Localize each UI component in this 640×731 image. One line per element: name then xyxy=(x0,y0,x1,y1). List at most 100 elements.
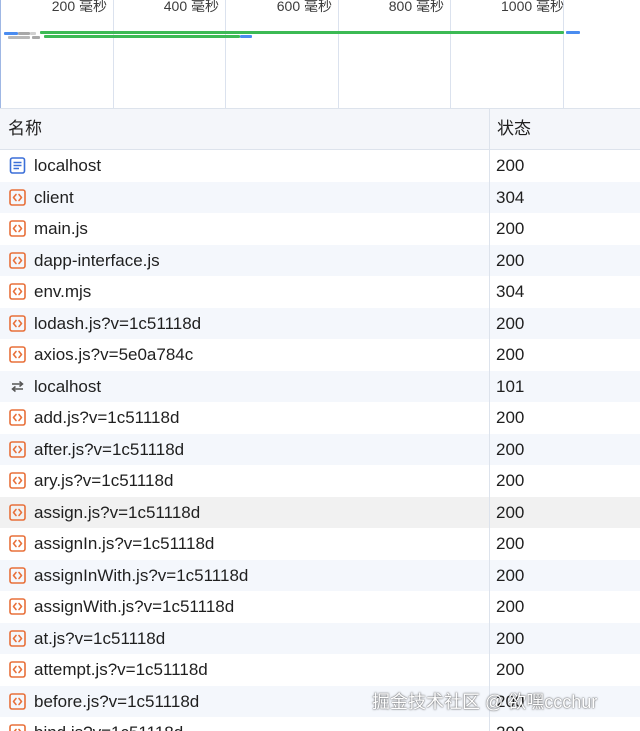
timeline-tick-label: 200 毫秒 xyxy=(51,0,107,14)
script-icon xyxy=(9,692,26,710)
table-row[interactable]: add.js?v=1c51118d 200 xyxy=(0,402,640,434)
script-icon xyxy=(9,346,26,363)
timeline-tick-label: 600 毫秒 xyxy=(276,0,332,14)
script-icon xyxy=(9,188,26,206)
timeline-gridline xyxy=(338,0,339,108)
table-row[interactable]: after.js?v=1c51118d 200 xyxy=(0,433,640,465)
request-status: 200 xyxy=(496,471,525,490)
table-row[interactable]: assignIn.js?v=1c51118d 200 xyxy=(0,528,640,560)
request-status: 200 xyxy=(496,313,525,333)
table-row[interactable]: ary.js?v=1c51118d 200 xyxy=(0,465,640,497)
script-icon xyxy=(9,503,26,521)
table-row[interactable]: client 304 xyxy=(0,181,640,213)
request-status: 200 xyxy=(496,219,525,238)
table-row[interactable]: assignInWith.js?v=1c51118d 200 xyxy=(0,559,640,591)
table-row[interactable]: env.mjs 304 xyxy=(0,276,640,308)
table-row[interactable]: lodash.js?v=1c51118d 200 xyxy=(0,307,640,339)
timeline-bar xyxy=(8,36,30,39)
request-name: main.js xyxy=(34,219,88,238)
request-status: 200 xyxy=(496,534,525,553)
request-name: axios.js?v=5e0a784c xyxy=(34,345,194,364)
script-icon xyxy=(9,724,26,731)
table-body: localhost 200 client 304 main.js 200 dapp-inte… xyxy=(0,150,640,731)
request-name: attempt.js?v=1c51118d xyxy=(34,660,208,679)
request-name: before.js?v=1c51118d xyxy=(34,691,200,711)
document-icon xyxy=(9,157,26,174)
script-icon xyxy=(9,283,26,300)
watermark-text: 掘金技术社区 @ 欲嘿ccchur xyxy=(372,692,598,712)
script-icon xyxy=(9,220,26,237)
column-header-name[interactable]: 名称 xyxy=(8,109,42,149)
table-row[interactable]: main.js 200 xyxy=(0,213,640,245)
request-name: assignIn.js?v=1c51118d xyxy=(34,534,215,553)
timeline-bar xyxy=(4,32,18,35)
timeline-gridline xyxy=(225,0,226,108)
request-name: ary.js?v=1c51118d xyxy=(34,471,174,490)
request-name: at.js?v=1c51118d xyxy=(34,628,166,648)
websocket-icon xyxy=(9,378,26,395)
table-row[interactable]: localhost 101 xyxy=(0,370,640,402)
table-row[interactable]: attempt.js?v=1c51118d 200 xyxy=(0,654,640,686)
request-status: 200 xyxy=(496,717,524,731)
request-status: 101 xyxy=(496,376,525,396)
script-icon xyxy=(9,629,26,647)
request-name: assignWith.js?v=1c51118d xyxy=(34,597,235,616)
request-status: 304 xyxy=(496,187,525,207)
timeline-bar xyxy=(30,32,36,35)
script-icon xyxy=(9,251,26,269)
column-header-status[interactable]: 状态 xyxy=(497,109,531,149)
request-status: 200 xyxy=(496,439,525,459)
script-icon xyxy=(9,440,26,458)
script-icon xyxy=(9,598,26,615)
timeline-gridline xyxy=(563,0,564,108)
network-request-table: 名称 状态 localhost 200 client 304 main.js 200 dap… xyxy=(0,108,640,731)
request-name: assignInWith.js?v=1c51118d xyxy=(34,565,249,585)
timeline-bar xyxy=(44,35,240,38)
timeline-tick-label: 1000 毫秒 xyxy=(501,0,565,14)
timeline-bar xyxy=(18,32,30,35)
request-status: 200 xyxy=(496,660,525,679)
script-icon xyxy=(9,535,26,552)
request-name: bind.js?v=1c51118d xyxy=(34,717,183,731)
timeline-start-line xyxy=(0,0,1,108)
table-row[interactable]: axios.js?v=5e0a784c 200 xyxy=(0,339,640,371)
request-status: 200 xyxy=(496,502,525,522)
request-status: 200 xyxy=(496,408,525,427)
timeline-tick-label: 800 毫秒 xyxy=(388,0,444,14)
request-status: 200 xyxy=(496,565,525,585)
request-name: env.mjs xyxy=(34,282,92,301)
timeline-tick-label: 400 毫秒 xyxy=(163,0,219,14)
table-row[interactable]: assign.js?v=1c51118d 200 xyxy=(0,496,640,528)
request-status: 200 xyxy=(496,597,525,616)
table-row[interactable]: localhost 200 xyxy=(0,150,640,182)
table-row[interactable]: dapp-interface.js 200 xyxy=(0,244,640,276)
request-name: localhost xyxy=(34,376,102,396)
timeline-gridline xyxy=(113,0,114,108)
request-status: 200 xyxy=(496,628,525,648)
script-icon xyxy=(9,472,26,489)
timeline-bar xyxy=(240,35,252,38)
request-name: assign.js?v=1c51118d xyxy=(34,502,201,522)
timeline-bar xyxy=(566,31,580,34)
script-icon xyxy=(9,566,26,584)
request-status: 200 xyxy=(496,156,525,175)
table-row[interactable]: at.js?v=1c51118d 200 xyxy=(0,622,640,654)
request-name: localhost xyxy=(34,156,102,175)
timeline-bar xyxy=(32,36,40,39)
table-row[interactable]: assignWith.js?v=1c51118d 200 xyxy=(0,591,640,623)
request-name: dapp-interface.js xyxy=(34,250,160,270)
table-row[interactable]: bind.js?v=1c51118d 200 xyxy=(0,717,640,731)
request-name: after.js?v=1c51118d xyxy=(34,439,185,459)
request-status: 200 xyxy=(496,250,525,270)
timeline-tick-label: 1200 xyxy=(607,0,640,14)
timeline-bar xyxy=(40,31,564,34)
column-divider[interactable] xyxy=(489,108,490,731)
script-icon xyxy=(9,314,26,332)
script-icon xyxy=(9,409,26,426)
request-name: add.js?v=1c51118d xyxy=(34,408,180,427)
request-status: 200 xyxy=(496,345,525,364)
timeline-gridline xyxy=(450,0,451,108)
network-overview-timeline[interactable]: 200 毫秒 400 毫秒 600 毫秒 800 毫秒 1000 毫秒 1200 xyxy=(0,0,640,108)
request-status: 304 xyxy=(496,282,525,301)
table-header: 名称 状态 xyxy=(0,108,640,150)
